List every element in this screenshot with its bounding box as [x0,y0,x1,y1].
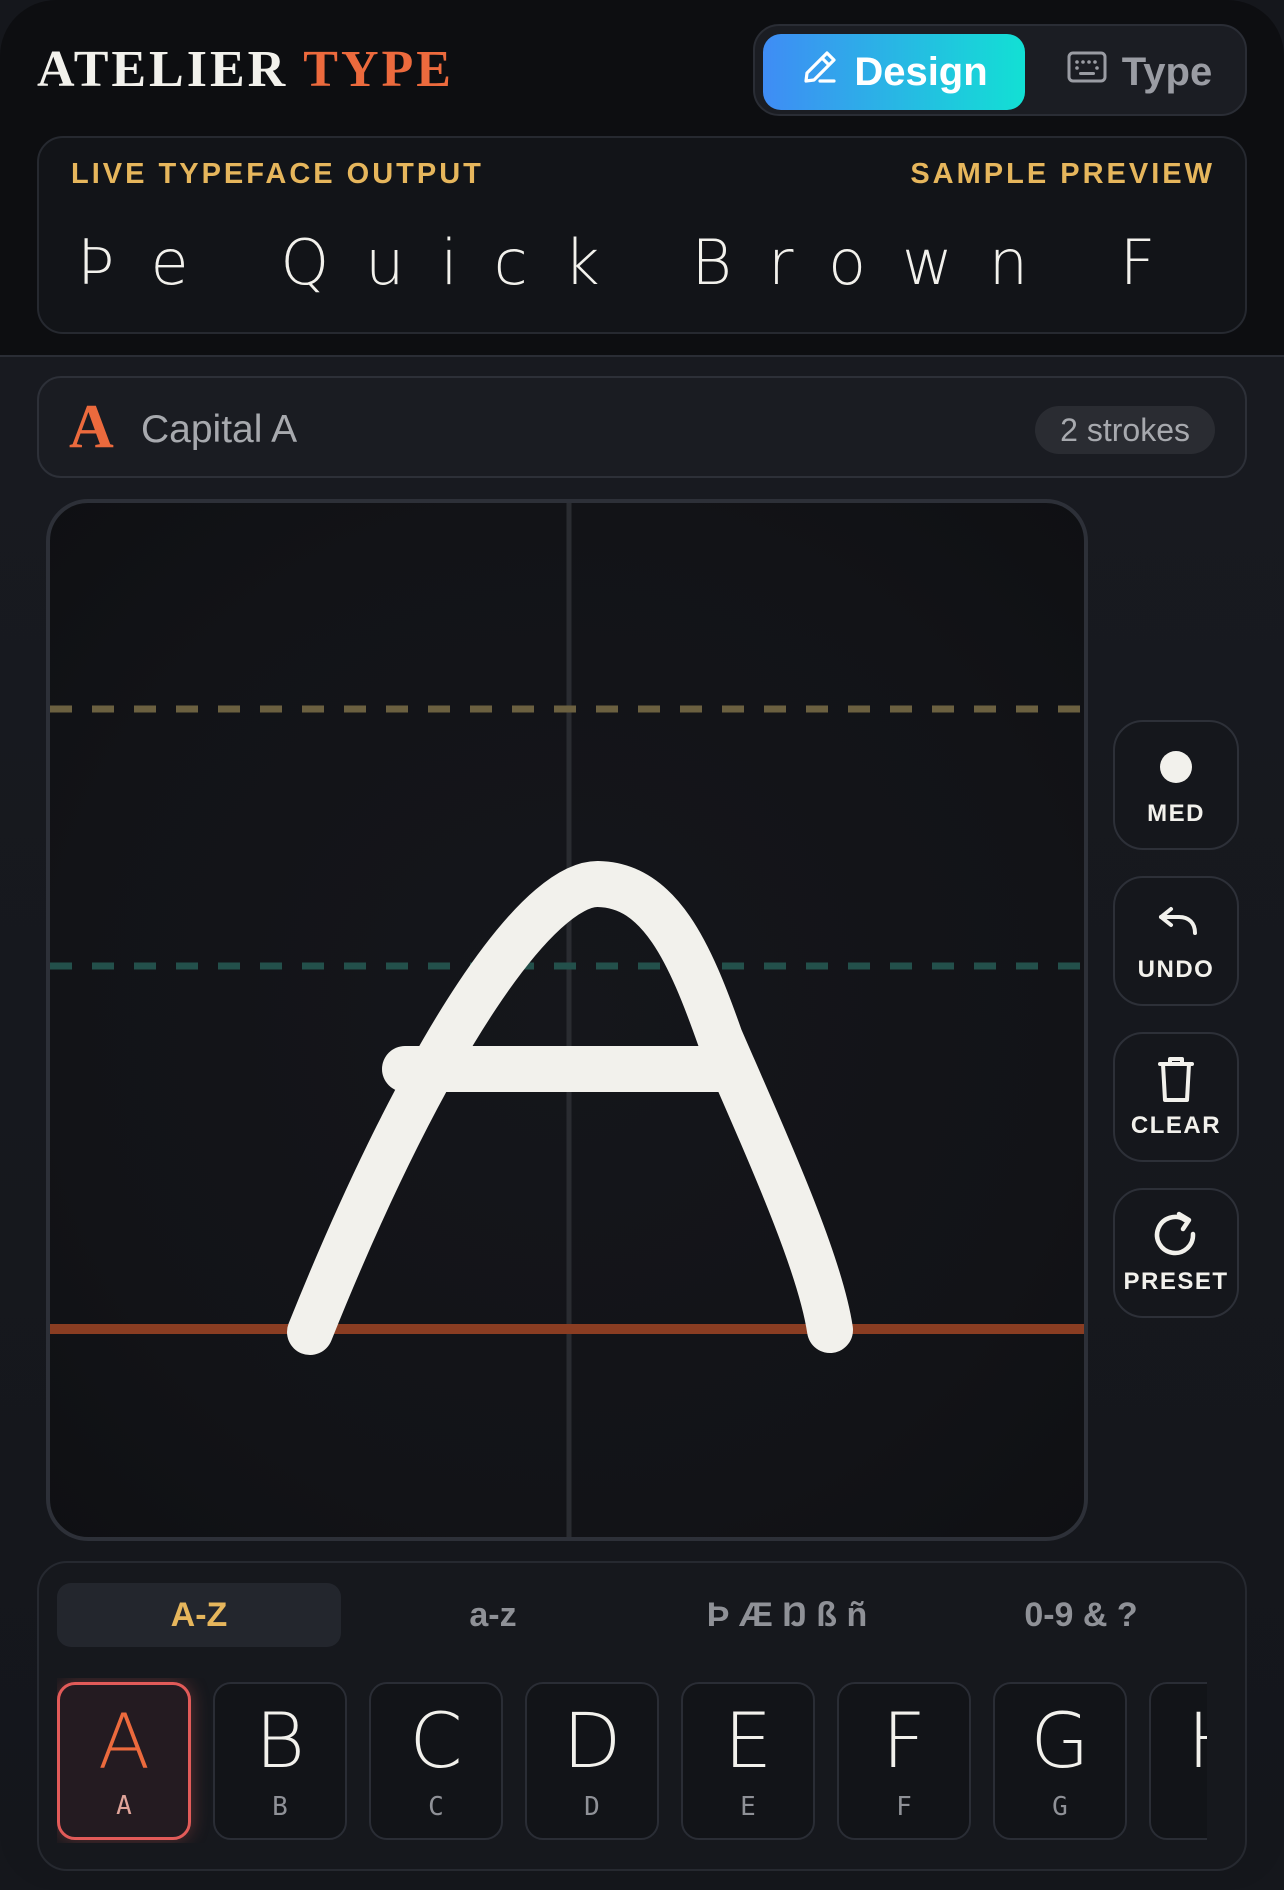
live-output-label: LIVE TYPEFACE OUTPUT [71,158,484,190]
mode-toggle: Design Type [753,24,1247,116]
glyph-cell-e[interactable]: E E [681,1682,815,1840]
sample-preview-text: Þe Quick Brown F [77,226,1192,299]
glyph-cell-label: B [272,1792,288,1822]
drawing-canvas[interactable] [46,499,1088,1541]
undo-icon [1151,898,1201,948]
tab-lowercase[interactable]: a-z [351,1583,635,1647]
clear-label: CLEAR [1130,1112,1222,1139]
current-glyph-char: A [69,393,114,461]
live-preview-panel: LIVE TYPEFACE OUTPUT SAMPLE PREVIEW Þe Q… [37,136,1247,334]
glyph-grid: A A B B C C D D E E F F G G [57,1678,1207,1843]
glyph-cell-label: C [428,1792,444,1822]
brand-logo: ATELIER TYPE [37,38,454,102]
stroke-count-badge: 2 strokes [1035,406,1215,454]
glyph-cell-g[interactable]: G G [993,1682,1127,1840]
sample-preview-label: SAMPLE PREVIEW [910,158,1215,190]
glyph-cell-f[interactable]: F F [837,1682,971,1840]
current-glyph-name: Capital A [141,408,298,451]
tab-numbers-symbols[interactable]: 0-9 & ? [939,1583,1223,1647]
brand-word-atelier: ATELIER [37,41,289,98]
glyph-cell-d[interactable]: D D [525,1682,659,1840]
undo-button[interactable]: UNDO [1113,876,1239,1006]
app-root: ATELIER TYPE Design Type LIVE TYPEFACE O… [0,0,1284,1890]
type-mode-button[interactable]: Type [1051,34,1227,110]
design-mode-button[interactable]: Design [763,34,1025,110]
design-mode-label: Design [854,49,988,94]
tab-uppercase[interactable]: A-Z [57,1583,341,1647]
glyph-cell-glyph: A [98,1697,150,1786]
clear-button[interactable]: CLEAR [1113,1032,1239,1162]
glyph-cell-glyph: F [882,1696,926,1785]
preset-label: PRESET [1123,1268,1229,1295]
glyph-cell-b[interactable]: B B [213,1682,347,1840]
trash-icon [1151,1054,1201,1104]
glyph-cell-glyph: H [1151,1696,1207,1786]
glyph-cell-label: A [116,1791,132,1821]
glyph-cell-label: H [1151,1792,1207,1822]
glyph-cell-glyph: C [409,1696,463,1785]
current-glyph-header: A Capital A 2 strokes [37,376,1247,478]
tab-special-letters[interactable]: Þ Æ Ŋ ß ñ [645,1583,929,1647]
glyph-cell-label: E [740,1792,756,1822]
glyph-cell-a[interactable]: A A [57,1682,191,1840]
glyph-cell-glyph: D [562,1696,622,1785]
glyph-cell-glyph: B [255,1696,305,1785]
keyboard-icon [1066,49,1108,95]
brush-size-label: MED [1147,800,1205,827]
section-divider [0,355,1284,357]
glyph-cell-glyph: G [1030,1696,1090,1785]
glyph-cell-label: G [1052,1792,1068,1822]
brush-size-dot-icon [1151,742,1201,792]
pencil-icon [800,47,840,97]
brush-size-button[interactable]: MED [1113,720,1239,850]
glyph-cell-label: D [584,1792,600,1822]
undo-label: UNDO [1137,956,1215,983]
glyph-cell-h[interactable]: H H [1149,1682,1207,1840]
refresh-icon [1151,1210,1201,1260]
type-mode-label: Type [1121,49,1213,94]
brand-word-type: TYPE [303,41,454,98]
glyph-cell-label: F [896,1792,912,1822]
glyph-cell-c[interactable]: C C [369,1682,503,1840]
glyph-cell-glyph: E [723,1696,773,1785]
preset-button[interactable]: PRESET [1113,1188,1239,1318]
glyph-picker-panel: A-Z a-z Þ Æ Ŋ ß ñ 0-9 & ? A A B B C C D … [37,1561,1247,1871]
